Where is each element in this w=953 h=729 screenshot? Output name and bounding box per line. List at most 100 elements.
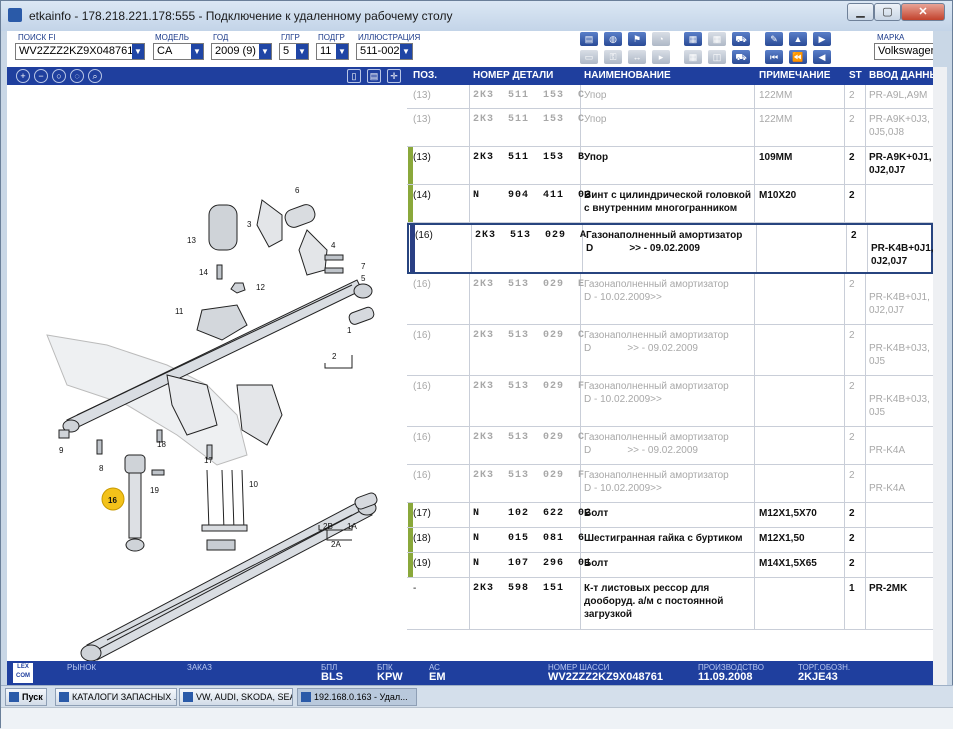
search-vin-select[interactable]: WV2ZZZ2KZ9X048761 ▼ [15, 43, 145, 60]
zoom-fit-icon[interactable]: ○ [52, 69, 66, 83]
cell-part-number: 2К3 598 151 [473, 583, 565, 594]
cell-st: 2 [849, 279, 855, 290]
print-icon[interactable]: ▤ [580, 32, 598, 46]
table-row[interactable]: (16) 2К3 513 029 Е Газонаполненный амортиз… [407, 274, 933, 325]
glgr-select[interactable]: 5 ▼ [279, 43, 309, 60]
cell-st: 2 [849, 190, 855, 201]
label-2a: 2А [331, 540, 341, 549]
year-value: 2009 (9) [215, 45, 256, 57]
chevron-down-icon[interactable]: ▼ [336, 44, 348, 59]
col-name[interactable]: НАИМЕНОВАНИЕ [584, 70, 671, 81]
illus-select[interactable]: 511-002 ▼ [356, 43, 413, 60]
arrow-icon[interactable]: ▸ [652, 50, 670, 64]
ac-value: EM [429, 671, 446, 683]
search-doc-icon[interactable]: ◫ [708, 50, 726, 64]
lexcom-logo: LEX COM [13, 663, 33, 683]
table-row[interactable]: (18) N 015 081 6 Шестигранная гайка с бурт… [407, 528, 933, 553]
label-6: 6 [295, 186, 300, 195]
task-catalogs[interactable]: КАТАЛОГИ ЗАПАСНЫХ ... [55, 688, 177, 706]
next-icon[interactable]: ▶ [813, 32, 831, 46]
col-pos[interactable]: ПОЗ. [413, 70, 437, 81]
car-icon[interactable]: ◔ [652, 32, 670, 46]
doc-gray-icon[interactable]: ▦ [708, 32, 726, 46]
chevron-down-icon[interactable]: ▼ [191, 44, 203, 59]
table-row[interactable]: (16) 2К3 513 029 F Газонаполненный амортиз… [407, 465, 933, 503]
brand-select[interactable]: Volkswagen [874, 43, 933, 60]
pin-icon[interactable]: ✎ [765, 32, 783, 46]
cell-st: 2 [851, 230, 857, 241]
cell-input: PR-K4A [869, 445, 906, 456]
rdp-icon [301, 692, 311, 702]
cart-add-icon[interactable]: ⛟ [732, 50, 750, 64]
table-row[interactable]: (17) N 102 622 02 Болт М12Х1,5Х70 2 [407, 503, 933, 528]
chevron-down-icon[interactable]: ▼ [400, 44, 412, 59]
order-label: ЗАКАЗ [187, 663, 212, 672]
year-select[interactable]: 2009 (9) ▼ [211, 43, 272, 60]
zoom-toolbar: + − ○ ◌ ⌕ ▯ ▤ ✛ [7, 67, 407, 85]
info-icon[interactable]: ◍ [604, 32, 622, 46]
zoom-out-icon[interactable]: − [34, 69, 48, 83]
table-row[interactable]: (13) 2К3 511 153 В Упор 109ММ 2 PR-A9K+0J1, 0… [407, 147, 933, 185]
flag-icon[interactable]: ⚑ [628, 32, 646, 46]
task-rdp[interactable]: 192.168.0.163 - Удал... [297, 688, 417, 706]
cell-part-number: 2К3 511 153 В [473, 152, 586, 163]
doc-icon[interactable]: ▦ [684, 32, 702, 46]
cell-pos: (13) [413, 90, 431, 101]
search-vin-value: WV2ZZZ2KZ9X048761 [19, 45, 134, 57]
chevron-down-icon[interactable]: ▼ [259, 44, 271, 59]
table-row[interactable]: - 2К3 598 151 К-т листовых рессор для дооб… [407, 578, 933, 630]
cell-note: 122ММ [759, 114, 793, 125]
col-st[interactable]: ST [849, 70, 862, 81]
magnifier-icon[interactable]: ⌕ [88, 69, 102, 83]
cell-pos: (19) [413, 558, 431, 569]
cart-icon[interactable]: ⛟ [732, 32, 750, 46]
table-view-icon[interactable]: ▤ [367, 69, 381, 83]
window-horizontal-scrollbar[interactable] [1, 707, 953, 729]
cell-name: Упор [584, 152, 609, 163]
cell-name: Газонаполненный амортизатор D - 10.02.20… [584, 470, 729, 494]
grid-icon[interactable]: ▦ [684, 50, 702, 64]
prev-page-icon[interactable]: ⏪ [789, 50, 807, 64]
table-row[interactable]: (16) 2К3 513 029 С Газонаполненный амортиз… [407, 325, 933, 376]
minimize-button[interactable]: ▁ [847, 3, 874, 21]
col-input[interactable]: ВВОД ДАННЫ [869, 70, 933, 81]
task-vw[interactable]: VW, AUDI, SKODA, SEAT [179, 688, 293, 706]
expand-icon[interactable]: ✛ [387, 69, 401, 83]
table-row[interactable]: (19) N 107 296 01 Болт М14Х1,5Х65 2 [407, 553, 933, 578]
cell-st: 2 [849, 508, 855, 519]
cell-note: М12Х1,5Х70 [759, 508, 817, 519]
key-icon[interactable]: ⚿ [604, 50, 622, 64]
vertical-scrollbar[interactable] [933, 67, 947, 685]
cell-part-number: N 102 622 02 [473, 508, 593, 519]
col-note[interactable]: ПРИМЕЧАНИЕ [759, 70, 830, 81]
up-icon[interactable]: ▲ [789, 32, 807, 46]
split-view-icon[interactable]: ▯ [347, 69, 361, 83]
table-row[interactable]: (16) 2К3 513 029 F Газонаполненный амортиз… [407, 376, 933, 427]
podgr-select[interactable]: 11 ▼ [316, 43, 349, 60]
zoom-reset-icon[interactable]: ◌ [70, 69, 84, 83]
first-icon[interactable]: ⏮ [765, 50, 783, 64]
podgr-value: 11 [320, 45, 332, 57]
cell-pos: (16) [415, 230, 433, 241]
table-row[interactable]: (16) 2К3 513 029 С Газонаполненный амортиз… [407, 427, 933, 465]
close-button[interactable]: ✕ [901, 3, 945, 21]
model-select[interactable]: CA ▼ [153, 43, 204, 60]
table-row[interactable]: (13) 2К3 511 153 С Упор 122ММ 2 PR-A9L,A9M [407, 85, 933, 109]
cell-st: 2 [849, 152, 855, 163]
chevron-down-icon[interactable]: ▼ [132, 44, 144, 59]
table-row[interactable]: (16) 2К3 513 029 А Газонаполненный амортиз… [407, 223, 933, 274]
maximize-button[interactable]: ▢ [874, 3, 901, 21]
start-button[interactable]: Пуск [5, 688, 47, 706]
parts-diagram: 6 3 13 4 14 12 7 5 11 1 2 9 8 18 17 10 1 [46, 186, 378, 662]
chevron-down-icon[interactable]: ▼ [296, 44, 308, 59]
link-icon[interactable]: ↔ [628, 50, 646, 64]
table-row[interactable]: (14) N 904 411 03 Винт с цилиндрической го… [407, 185, 933, 223]
list-icon[interactable]: ▭ [580, 50, 598, 64]
cell-note: 122ММ [759, 90, 793, 101]
col-part-number[interactable]: НОМЕР ДЕТАЛИ [473, 70, 553, 81]
label-16[interactable]: 16 [108, 496, 117, 505]
cell-st: 1 [849, 583, 855, 594]
prev-icon[interactable]: ◀ [813, 50, 831, 64]
zoom-in-icon[interactable]: + [16, 69, 30, 83]
table-row[interactable]: (13) 2К3 511 153 С Упор 122ММ 2 PR-A9K+0J3, 0… [407, 109, 933, 147]
